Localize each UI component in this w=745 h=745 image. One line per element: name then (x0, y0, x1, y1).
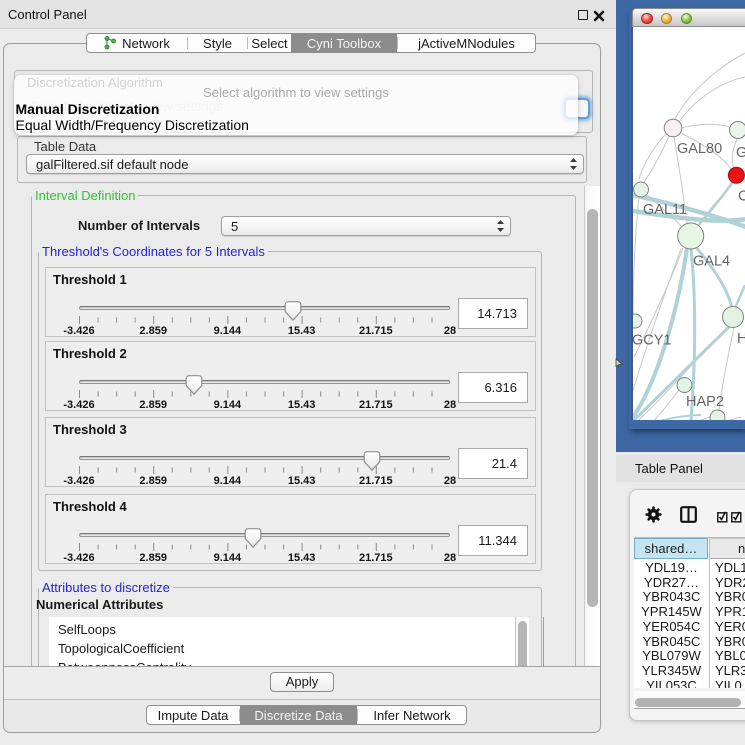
svg-text:GCY1: GCY1 (633, 333, 672, 349)
svg-text:GAL11: GAL11 (643, 202, 687, 218)
svg-text:GAL4: GAL4 (693, 254, 730, 270)
svg-text:HAP2: HAP2 (686, 394, 724, 410)
svg-text:H: H (737, 331, 745, 347)
svg-text:GAL: GAL (736, 145, 745, 161)
svg-text:C: C (738, 189, 745, 205)
svg-text:GAL80: GAL80 (677, 141, 722, 157)
